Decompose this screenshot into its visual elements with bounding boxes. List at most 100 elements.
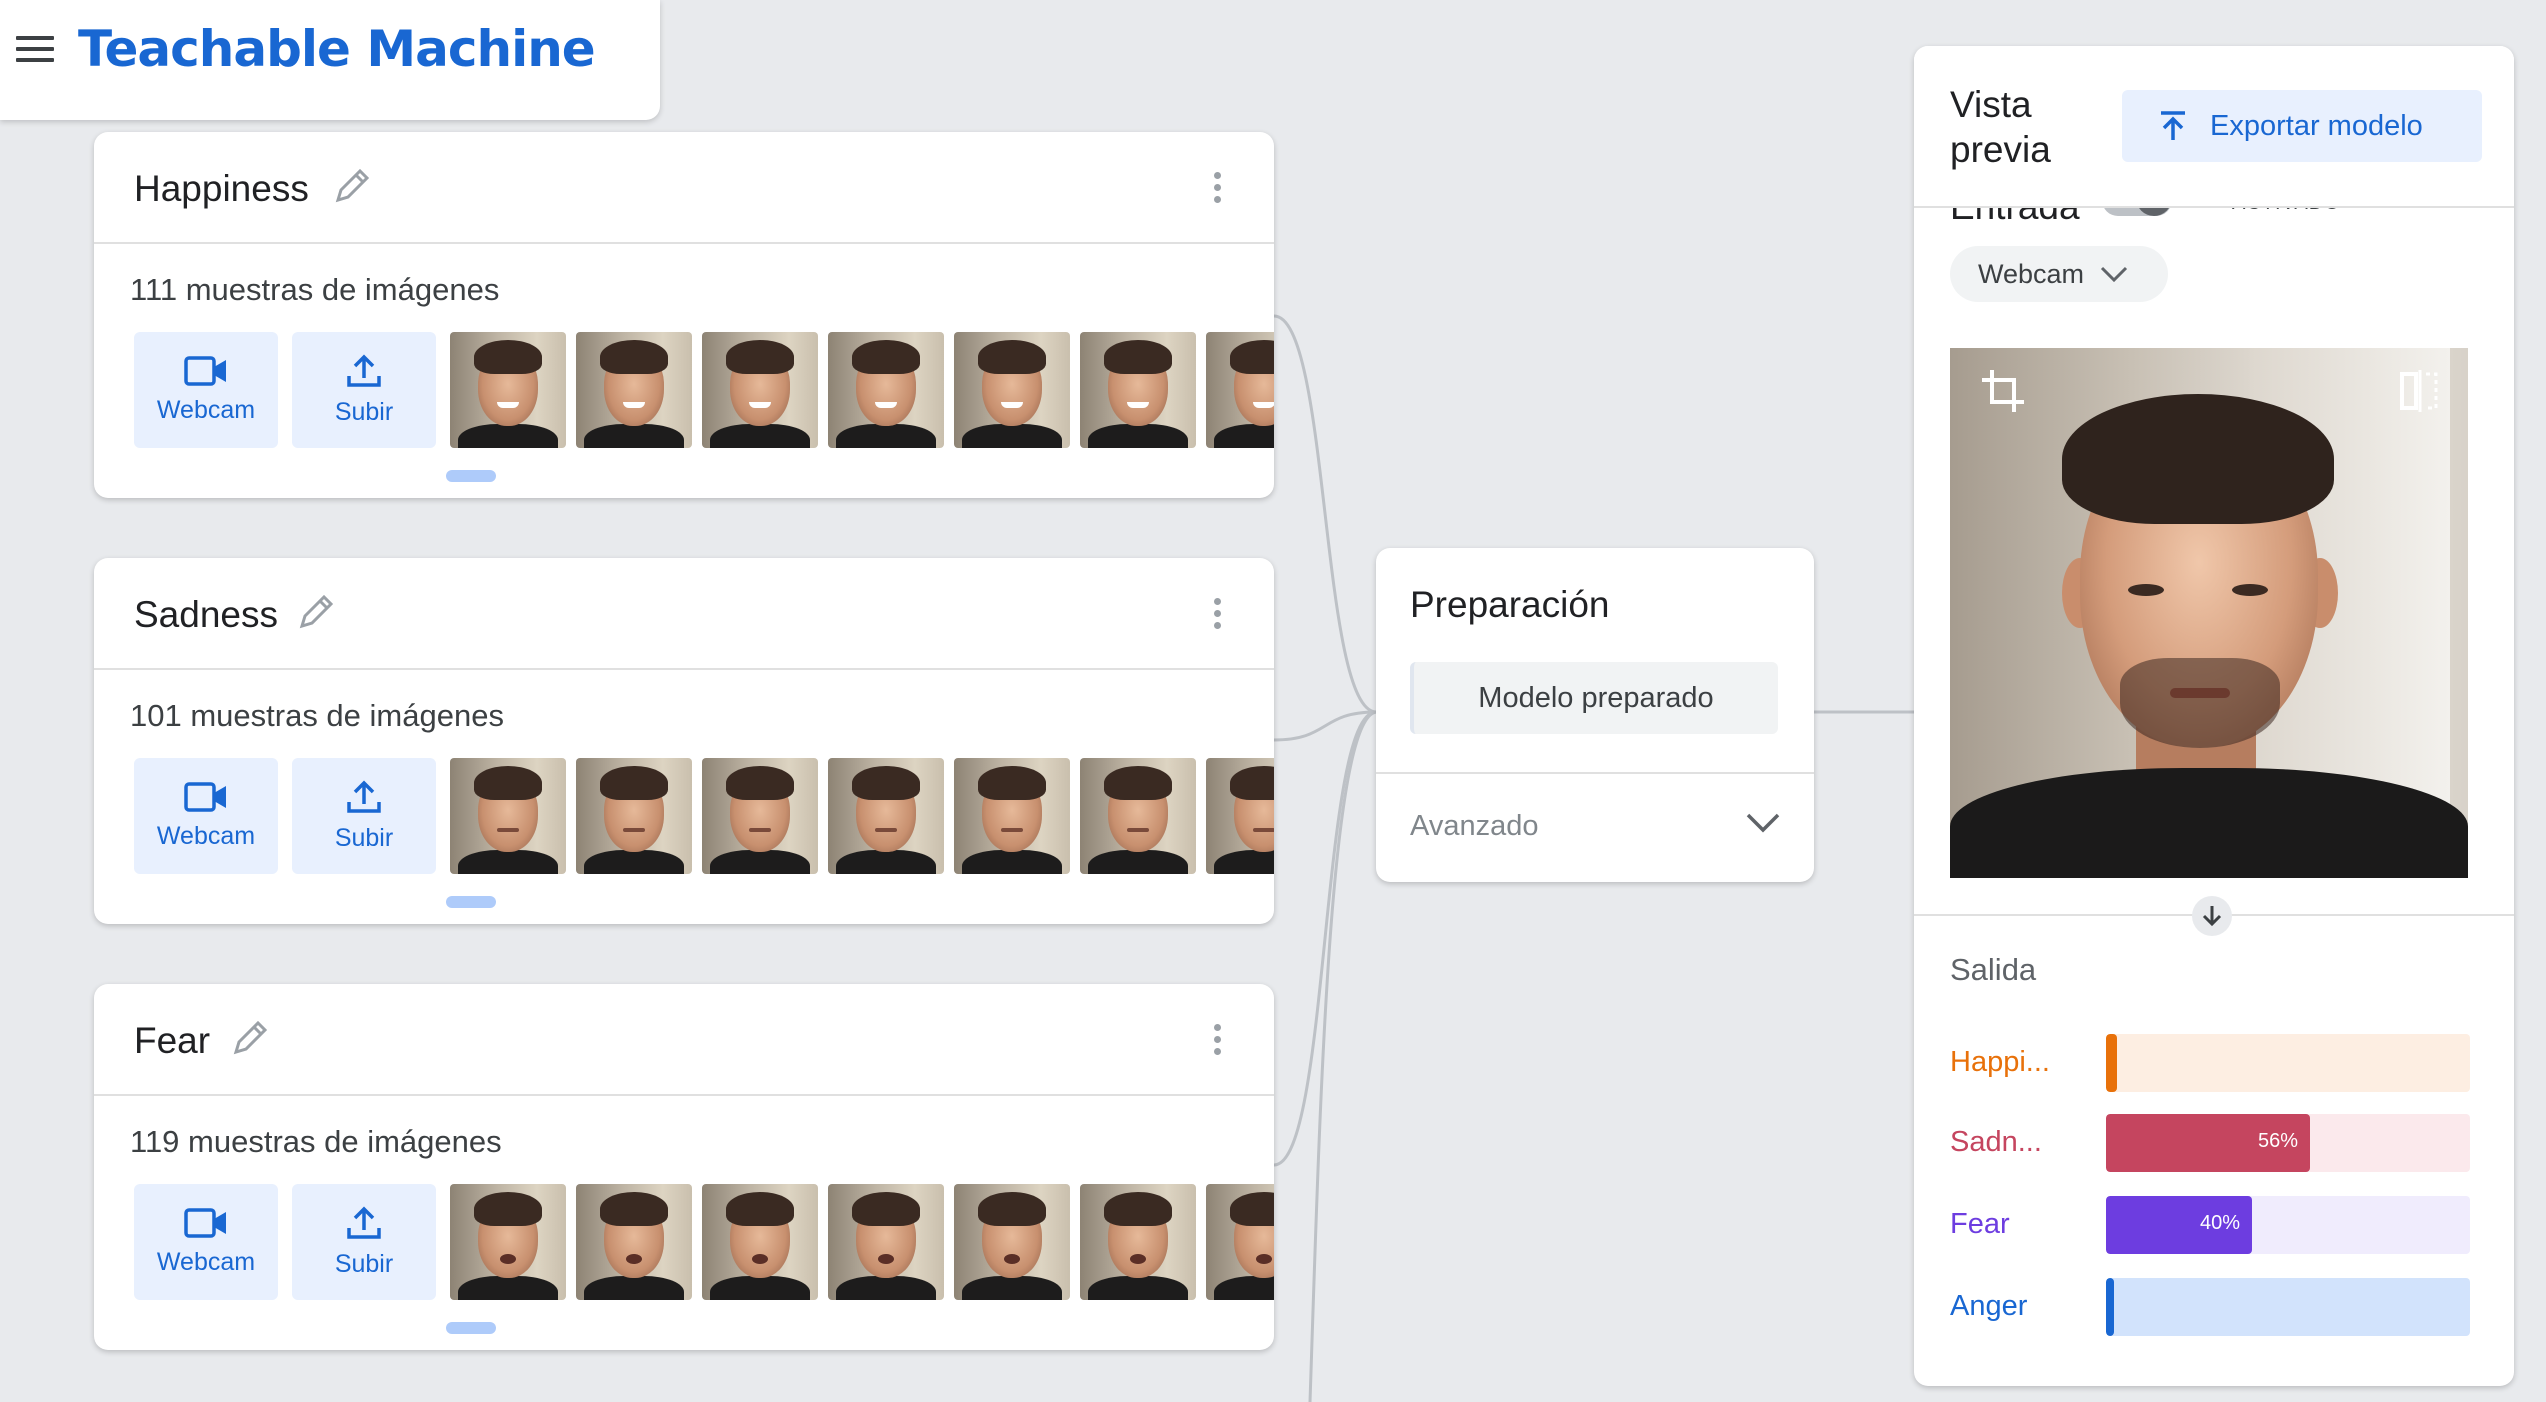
- app-title[interactable]: Teachable Machine: [78, 20, 596, 78]
- training-title: Preparación: [1410, 584, 1610, 625]
- output-class-label: Sadn...: [1950, 1126, 2042, 1158]
- webcam-label: Webcam: [156, 821, 256, 850]
- preview-title-line2: previa: [1950, 129, 2051, 170]
- chevron-down-icon[interactable]: [1746, 812, 1780, 834]
- sample-thumbnail[interactable]: [702, 758, 818, 874]
- sample-thumbnail[interactable]: [828, 758, 944, 874]
- video-camera-icon: [184, 1207, 226, 1238]
- pencil-icon[interactable]: [230, 1018, 270, 1058]
- upload-icon: [347, 780, 381, 813]
- sample-thumbnail[interactable]: [1080, 758, 1196, 874]
- sample-thumbnail[interactable]: [828, 332, 944, 448]
- video-camera-icon: [184, 781, 226, 812]
- preview-header: Vista previa Exportar modelo: [1914, 46, 2514, 208]
- sample-thumbnail[interactable]: [1080, 1184, 1196, 1300]
- confidence-bar-fill: [2106, 1278, 2114, 1336]
- output-class-label: Happi...: [1950, 1046, 2050, 1078]
- preview-title: Vista previa: [1950, 82, 2051, 172]
- scroll-indicator[interactable]: [446, 1322, 496, 1334]
- output-label: Salida: [1950, 952, 2037, 987]
- confidence-bar-track: [2106, 1278, 2470, 1336]
- output-row: Sadn... 56%: [1950, 1114, 2470, 1174]
- confidence-bar-track: [2106, 1034, 2470, 1092]
- divider: [1376, 772, 1814, 774]
- sample-thumbnail[interactable]: [702, 332, 818, 448]
- sample-thumbnail[interactable]: [954, 758, 1070, 874]
- output-class-label: Anger: [1950, 1290, 2028, 1322]
- sample-thumbnail[interactable]: [576, 1184, 692, 1300]
- output-class-label: Fear: [1950, 1208, 2010, 1240]
- upload-label: Subir: [334, 1249, 394, 1278]
- sample-thumbnail[interactable]: [450, 1184, 566, 1300]
- scroll-indicator[interactable]: [446, 896, 496, 908]
- preview-panel: Entrada ACTIVADO Vista previa Exportar m…: [1914, 46, 2514, 1386]
- sample-count: 101 muestras de imágenes: [130, 698, 504, 733]
- sample-thumbnail[interactable]: [450, 332, 566, 448]
- upload-label: Subir: [334, 397, 394, 426]
- class-card-header: Fear: [94, 984, 1274, 1096]
- sample-thumbnail[interactable]: [1206, 1184, 1274, 1300]
- class-card-fear: Fear 119 muestras de imágenes Webcam Sub…: [94, 984, 1274, 1350]
- training-panel: Preparación Modelo preparado Avanzado: [1376, 548, 1814, 882]
- webcam-button[interactable]: Webcam: [134, 332, 278, 448]
- sample-thumbnail[interactable]: [1080, 332, 1196, 448]
- preview-title-line1: Vista: [1950, 84, 2032, 125]
- advanced-toggle-label[interactable]: Avanzado: [1410, 810, 1538, 843]
- flip-icon[interactable]: [2398, 368, 2440, 414]
- confidence-percent: 56%: [2258, 1130, 2299, 1152]
- confidence-bar-fill: [2106, 1034, 2117, 1092]
- class-name[interactable]: Happiness: [134, 168, 309, 210]
- webcam-button[interactable]: Webcam: [134, 1184, 278, 1300]
- webcam-button[interactable]: Webcam: [134, 758, 278, 874]
- confidence-bar-track: 40%: [2106, 1196, 2470, 1254]
- kebab-icon[interactable]: [1214, 172, 1222, 206]
- sample-thumbnail[interactable]: [702, 1184, 818, 1300]
- sample-thumbnail[interactable]: [576, 332, 692, 448]
- sample-thumbnail[interactable]: [954, 332, 1070, 448]
- scroll-indicator[interactable]: [446, 470, 496, 482]
- sample-thumbnail[interactable]: [954, 1184, 1070, 1300]
- sample-thumbnail[interactable]: [450, 758, 566, 874]
- upload-button[interactable]: Subir: [292, 758, 436, 874]
- upload-button[interactable]: Subir: [292, 1184, 436, 1300]
- upload-icon: [347, 354, 381, 387]
- sample-count: 119 muestras de imágenes: [130, 1124, 502, 1159]
- train-model-button[interactable]: Modelo preparado: [1410, 662, 1778, 734]
- confidence-percent: 40%: [2200, 1212, 2241, 1234]
- app-header: Teachable Machine: [0, 0, 660, 120]
- kebab-icon[interactable]: [1214, 1024, 1222, 1058]
- upload-button[interactable]: Subir: [292, 332, 436, 448]
- output-row: Anger: [1950, 1278, 2470, 1338]
- upload-label: Subir: [334, 823, 394, 852]
- sample-thumbnail[interactable]: [1206, 332, 1274, 448]
- class-name[interactable]: Fear: [134, 1020, 210, 1062]
- webcam-preview: [1950, 348, 2468, 878]
- pencil-icon[interactable]: [296, 592, 336, 632]
- class-card-header: Happiness: [94, 132, 1274, 244]
- input-source-select[interactable]: Webcam: [1950, 246, 2168, 302]
- sample-thumbnail[interactable]: [1206, 758, 1274, 874]
- output-row: Fear 40%: [1950, 1196, 2470, 1256]
- class-card-happiness: Happiness 111 muestras de imágenes Webca…: [94, 132, 1274, 498]
- kebab-icon[interactable]: [1214, 598, 1222, 632]
- pencil-icon[interactable]: [332, 166, 372, 206]
- sample-thumbnail[interactable]: [828, 1184, 944, 1300]
- input-source-value: Webcam: [1978, 258, 2085, 289]
- video-camera-icon: [184, 355, 226, 386]
- export-icon: [2161, 111, 2185, 140]
- webcam-label: Webcam: [156, 395, 256, 424]
- chevron-down-icon: [2100, 266, 2128, 283]
- crop-icon[interactable]: [1980, 368, 2026, 414]
- sample-thumbnail[interactable]: [576, 758, 692, 874]
- export-label: Exportar modelo: [2210, 109, 2423, 142]
- webcam-label: Webcam: [156, 1247, 256, 1276]
- sample-count: 111 muestras de imágenes: [130, 272, 500, 307]
- class-card-header: Sadness: [94, 558, 1274, 670]
- confidence-bar-track: 56%: [2106, 1114, 2470, 1172]
- class-name[interactable]: Sadness: [134, 594, 278, 636]
- export-model-button[interactable]: Exportar modelo: [2122, 90, 2482, 162]
- menu-icon[interactable]: [16, 36, 54, 64]
- output-row: Happi...: [1950, 1034, 2470, 1094]
- class-card-sadness: Sadness 101 muestras de imágenes Webcam …: [94, 558, 1274, 924]
- upload-icon: [347, 1206, 381, 1239]
